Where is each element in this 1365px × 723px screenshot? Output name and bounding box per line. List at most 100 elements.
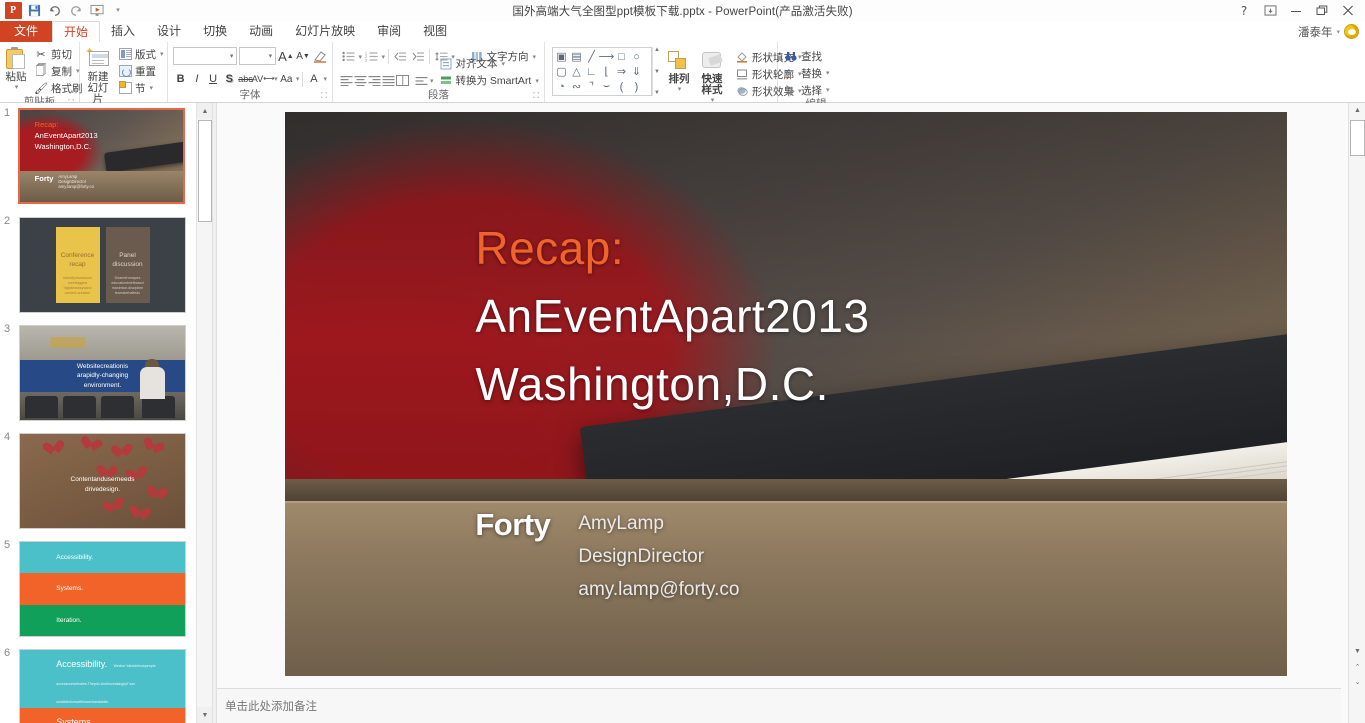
shapes-scroll-up-icon[interactable]: ▲ [654, 47, 660, 53]
tab-insert[interactable]: 插入 [100, 21, 146, 42]
shape-freeform-icon[interactable]: ∾ [569, 79, 584, 94]
shape-rectangle-icon[interactable]: □ [614, 49, 629, 64]
shape-rounded-rect-icon[interactable]: ▢ [554, 64, 569, 79]
layout-button[interactable]: 版式 ▾ [115, 46, 167, 62]
tab-home[interactable]: 开始 [52, 21, 100, 42]
copy-caret-icon[interactable]: ▾ [76, 67, 80, 75]
user-caret-icon[interactable]: ▾ [1336, 28, 1340, 36]
font-dialog-launcher-icon[interactable]: ⛶ [321, 89, 327, 102]
slide-scroll-up-icon[interactable]: ▲ [1349, 103, 1365, 118]
thumbnail-scrollbar[interactable]: ▲ ▼ [196, 103, 212, 723]
shape-left-brace-icon[interactable]: ( [614, 79, 629, 94]
font-color-button[interactable]: A [306, 70, 321, 88]
paste-button[interactable]: 粘贴 ▾ [3, 45, 29, 92]
tab-transitions[interactable]: 切换 [192, 21, 238, 42]
underline-button[interactable]: U [205, 70, 220, 88]
grow-font-icon[interactable]: A▲ [278, 47, 294, 65]
current-slide[interactable]: Recap: AnEventApart2013 Washington,D.C. … [285, 112, 1287, 676]
find-button[interactable]: 查找 [781, 48, 833, 64]
tab-review[interactable]: 审阅 [366, 21, 412, 42]
thumbnail-scroll-down-icon[interactable]: ▼ [197, 707, 213, 723]
start-slideshow-icon[interactable] [87, 2, 107, 20]
change-case-button[interactable]: Aa [279, 70, 294, 88]
bold-button[interactable]: B [173, 70, 188, 88]
shape-triangle-icon[interactable]: △ [569, 64, 584, 79]
minimize-icon[interactable] [1283, 1, 1309, 21]
thumbnail-scrollbar-thumb[interactable] [198, 120, 212, 222]
user-account-area[interactable]: 潘泰年 ▾ [1298, 21, 1359, 42]
shape-down-arrow-icon[interactable]: ⇓ [629, 64, 644, 79]
shape-right-arrow-icon[interactable]: ⇒ [614, 64, 629, 79]
shape-arrow-icon[interactable]: ⟶ [599, 49, 614, 64]
shapes-scroll-down-icon[interactable]: ▼ [654, 69, 660, 75]
save-icon[interactable] [24, 2, 44, 20]
cut-button[interactable]: ✂ 剪切 [31, 46, 86, 62]
slide-title-placeholder[interactable]: Recap: AnEventApart2013 Washington,D.C. [475, 214, 869, 418]
slide-thumbnail-2[interactable]: Conference recap Identifymsessions meetb… [19, 217, 186, 313]
shrink-font-icon[interactable]: A▼ [296, 47, 311, 65]
redo-icon[interactable] [66, 2, 86, 20]
convert-smartart-caret-icon[interactable]: ▾ [535, 77, 539, 85]
increase-indent-icon[interactable] [409, 48, 425, 65]
section-button[interactable]: 节 ▾ [115, 80, 167, 96]
shapes-gallery[interactable]: ▣ ▤ ╱ ⟶ □ ○ ▢ △ ∟ ⌊ ⇒ ⇓ ◔ ∾ ⌝ [552, 47, 652, 96]
slide-scrollbar[interactable]: ▲ ▼ ⌃ ⌄ [1348, 103, 1365, 723]
format-painter-button[interactable]: 🖌 格式刷 [31, 80, 86, 96]
next-slide-icon[interactable]: ⌄ [1349, 674, 1365, 689]
slide-footer-placeholder[interactable]: Forty AmyLamp DesignDirector amy.lamp@fo… [475, 507, 739, 607]
align-left-icon[interactable] [340, 72, 353, 89]
thumbnail-scroll-up-icon[interactable]: ▲ [197, 103, 213, 119]
section-caret-icon[interactable]: ▾ [150, 84, 154, 92]
font-name-caret-icon[interactable]: ▾ [230, 52, 234, 60]
shape-textbox-icon[interactable]: ▣ [554, 49, 569, 64]
thumbnail-row[interactable]: 6 Accessibility. Wedon' tdecidehowpeople… [0, 643, 196, 723]
italic-button[interactable]: I [189, 70, 204, 88]
thumbnail-row[interactable]: 5 Accessibility. Systems. Iteration. [0, 535, 196, 643]
numbering-caret-icon[interactable]: ▾ [381, 53, 385, 61]
thumbnail-row[interactable]: 4 Contenta [0, 427, 196, 535]
bullets-caret-icon[interactable]: ▾ [358, 53, 362, 61]
thumbnail-row[interactable]: 1 Recap: AnEventApart2013 Washington,D.C… [0, 103, 196, 211]
arrange-caret-icon[interactable]: ▾ [678, 85, 682, 93]
restore-icon[interactable] [1309, 1, 1335, 21]
justify-icon[interactable] [382, 72, 395, 89]
slide-thumbnail-4[interactable]: Contentanduserneeds drivedesign. [19, 433, 186, 529]
avatar[interactable] [1344, 24, 1359, 39]
shape-elbow-connector-icon[interactable]: ∟ [584, 64, 599, 79]
change-case-caret-icon[interactable]: ▾ [296, 75, 300, 83]
font-name-combo[interactable]: ▾ [173, 47, 237, 65]
align-text-button[interactable]: 对齐文本 ▾ [436, 56, 542, 72]
close-icon[interactable] [1335, 1, 1361, 21]
shape-line-icon[interactable]: ╱ [584, 49, 599, 64]
customize-quick-access-icon[interactable]: ▾ [108, 2, 128, 20]
tab-slideshow[interactable]: 幻灯片放映 [284, 21, 366, 42]
shape-arc-icon[interactable]: ⌣ [599, 79, 614, 94]
tab-animations[interactable]: 动画 [238, 21, 284, 42]
shapes-gallery-scroll[interactable]: ▲ ▼ ▼ [652, 47, 661, 96]
new-slide-button[interactable]: ✦ 新建 幻灯片 [83, 45, 113, 106]
previous-slide-icon[interactable]: ⌃ [1349, 659, 1365, 674]
slide-scroll-down-icon[interactable]: ▼ [1349, 644, 1365, 659]
font-color-caret-icon[interactable]: ▾ [324, 75, 328, 83]
shapes-more-icon[interactable]: ▼ [654, 90, 660, 96]
character-spacing-caret-icon[interactable]: ▾ [274, 75, 278, 83]
select-caret-icon[interactable]: ▾ [826, 86, 830, 94]
columns-icon[interactable] [396, 72, 409, 89]
powerpoint-logo-icon[interactable]: P [3, 2, 23, 20]
notes-placeholder[interactable]: 单击此处添加备注 [225, 698, 317, 714]
arrange-button[interactable]: 排列 ▾ [666, 47, 692, 94]
slide-scrollbar-thumb[interactable] [1350, 120, 1365, 156]
layout-caret-icon[interactable]: ▾ [160, 50, 164, 58]
shape-connector-icon[interactable]: ⌊ [599, 64, 614, 79]
thumbnail-row[interactable]: 2 Conference recap Identifymsessions mee… [0, 211, 196, 319]
replace-caret-icon[interactable]: ▾ [826, 69, 830, 77]
select-button[interactable]: 选择 ▾ [781, 82, 833, 98]
undo-icon[interactable] [45, 2, 65, 20]
clear-formatting-icon[interactable] [312, 47, 327, 65]
numbering-icon[interactable]: 123 [363, 48, 379, 65]
convert-smartart-button[interactable]: 转换为 SmartArt ▾ [436, 73, 542, 89]
copy-button[interactable]: 🗍 复制 ▾ [31, 63, 86, 79]
quick-styles-button[interactable]: 快速样式 ▾ [697, 47, 727, 105]
thumbnail-row[interactable]: 3 [0, 319, 196, 427]
font-size-combo[interactable]: ▾ [239, 47, 276, 65]
